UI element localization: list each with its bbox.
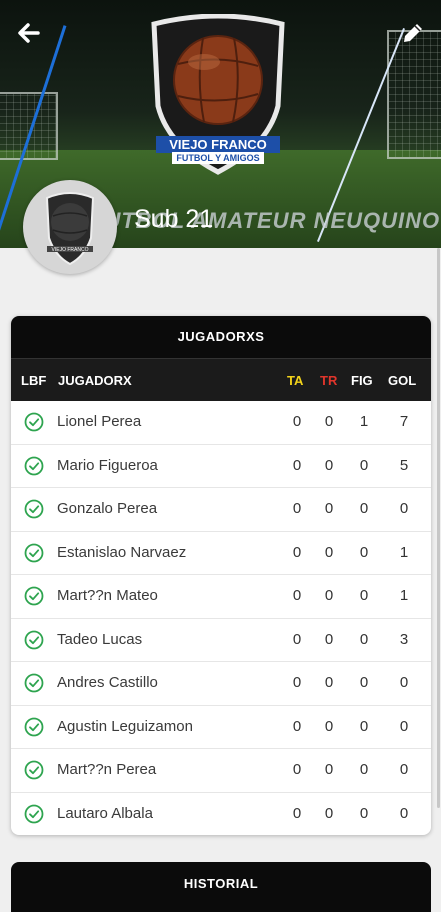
player-gol: 1: [399, 587, 409, 604]
player-fig: 0: [359, 500, 369, 517]
player-ta: 0: [292, 500, 302, 517]
player-name: Mario Figueroa: [57, 456, 158, 474]
player-name: Agustin Leguizamon: [57, 717, 193, 735]
player-name: Estanislao Narvaez: [57, 543, 187, 561]
players-card: JUGADORXS LBF JUGADORX TA TR FIG GOL Lio…: [11, 316, 431, 835]
scrollbar[interactable]: [437, 248, 440, 808]
player-row[interactable]: Mart??n Perea 0 0 0 0: [11, 748, 431, 792]
goal-net-left: [0, 92, 58, 160]
player-fig: 0: [359, 804, 369, 822]
player-name: Mart??n Perea: [57, 761, 157, 778]
player-ta: 0: [292, 674, 302, 691]
check-circle-icon: [24, 760, 44, 780]
player-tr: 0: [324, 674, 334, 691]
player-ta: 0: [292, 413, 302, 430]
check-circle-icon: [24, 804, 44, 824]
player-fig: 0: [359, 587, 369, 604]
logo-subtitle: FUTBOL Y AMIGOS: [176, 153, 259, 163]
team-avatar: VIEJO FRANCO: [23, 180, 117, 274]
player-name: Lautaro Albala: [57, 804, 153, 822]
avatar-logo-title: VIEJO FRANCO: [52, 247, 89, 253]
player-tr: 0: [324, 761, 334, 778]
player-tr: 0: [324, 630, 334, 648]
player-fig: 1: [359, 413, 369, 430]
arrow-left-icon: [18, 23, 40, 43]
player-row[interactable]: Andres Castillo 0 0 0 0: [11, 661, 431, 705]
player-ta: 0: [292, 717, 302, 735]
col-ta: TA: [287, 373, 304, 388]
player-ta: 0: [292, 587, 302, 604]
player-name: Mart??n Mateo: [57, 587, 158, 604]
player-row[interactable]: Estanislao Narvaez 0 0 0 1: [11, 530, 431, 575]
logo-title: VIEJO FRANCO: [169, 137, 267, 152]
player-gol: 0: [399, 717, 409, 735]
history-card[interactable]: HISTORIAL: [11, 862, 431, 912]
col-lbf: LBF: [21, 373, 47, 388]
check-circle-icon: [24, 586, 44, 606]
player-gol: 0: [399, 761, 409, 778]
player-gol: 0: [399, 674, 409, 691]
player-gol: 3: [399, 630, 409, 648]
player-row[interactable]: Mart??n Mateo 0 0 0 1: [11, 574, 431, 618]
player-ta: 0: [292, 761, 302, 778]
col-gol: GOL: [388, 373, 417, 388]
player-fig: 0: [359, 543, 369, 561]
player-fig: 0: [359, 761, 369, 778]
col-fig: FIG: [351, 373, 373, 388]
player-ta: 0: [292, 804, 302, 822]
player-row[interactable]: Agustin Leguizamon 0 0 0 0: [11, 704, 431, 749]
check-circle-icon: [24, 543, 44, 563]
player-fig: 0: [359, 630, 369, 648]
player-tr: 0: [324, 543, 334, 561]
player-row[interactable]: Lautaro Albala 0 0 0 0: [11, 791, 431, 836]
player-row[interactable]: Tadeo Lucas 0 0 0 3: [11, 617, 431, 662]
check-circle-icon: [24, 717, 44, 737]
check-circle-icon: [24, 456, 44, 476]
player-gol: 0: [399, 500, 409, 517]
team-name: Sub 21: [134, 205, 214, 233]
players-list: Lionel Perea 0 0 1 7 Mario Figueroa 0 0 0 5 Gonzal…: [11, 401, 431, 835]
player-gol: 7: [399, 413, 409, 430]
player-tr: 0: [324, 717, 334, 735]
player-fig: 0: [359, 717, 369, 735]
col-player: JUGADORX: [58, 373, 132, 388]
player-tr: 0: [324, 587, 334, 604]
check-circle-icon: [24, 673, 44, 693]
player-fig: 0: [359, 674, 369, 691]
player-gol: 5: [399, 456, 409, 474]
player-tr: 0: [324, 413, 334, 430]
player-fig: 0: [359, 456, 369, 474]
back-button[interactable]: [14, 18, 44, 48]
player-row[interactable]: Lionel Perea 0 0 1 7: [11, 401, 431, 444]
player-ta: 0: [292, 543, 302, 561]
player-name: Andres Castillo: [57, 674, 158, 691]
check-circle-icon: [24, 630, 44, 650]
player-ta: 0: [292, 456, 302, 474]
check-circle-icon: [24, 499, 44, 519]
player-name: Tadeo Lucas: [57, 630, 143, 648]
player-ta: 0: [292, 630, 302, 648]
player-row[interactable]: Gonzalo Perea 0 0 0 0: [11, 487, 431, 531]
history-card-title: HISTORIAL: [183, 876, 259, 891]
player-tr: 0: [324, 500, 334, 517]
pencil-icon: [404, 24, 422, 42]
player-name: Lionel Perea: [57, 413, 142, 430]
edit-button[interactable]: [397, 18, 427, 48]
players-card-title: JUGADORXS: [11, 316, 431, 359]
check-circle-icon: [24, 412, 44, 432]
player-row[interactable]: Mario Figueroa 0 0 0 5: [11, 443, 431, 488]
player-tr: 0: [324, 456, 334, 474]
players-table-header: LBF JUGADORX TA TR FIG GOL: [11, 359, 431, 401]
team-logo: VIEJO FRANCO FUTBOL Y AMIGOS: [151, 14, 285, 175]
player-tr: 0: [324, 804, 334, 822]
player-name: Gonzalo Perea: [57, 500, 158, 517]
col-tr: TR: [320, 373, 338, 388]
player-gol: 1: [399, 543, 409, 561]
player-gol: 0: [399, 804, 409, 822]
